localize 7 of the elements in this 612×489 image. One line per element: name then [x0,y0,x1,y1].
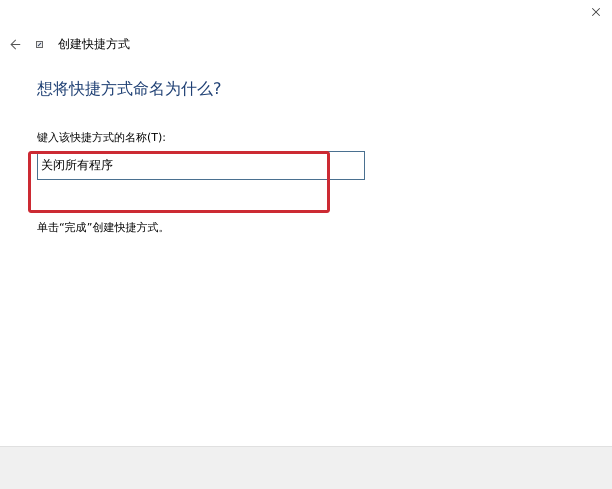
page-heading: 想将快捷方式命名为什么? [37,78,222,100]
field-label: 键入该快捷方式的名称(T): [37,130,168,146]
close-icon [589,5,603,19]
name-input-field[interactable]: 关闭所有程序 [37,150,365,180]
finish-hint: 单击“完成”创建快捷方式。 [37,220,170,236]
window-title: 创建快捷方式 [58,36,130,53]
shortcut-icon [36,40,43,48]
